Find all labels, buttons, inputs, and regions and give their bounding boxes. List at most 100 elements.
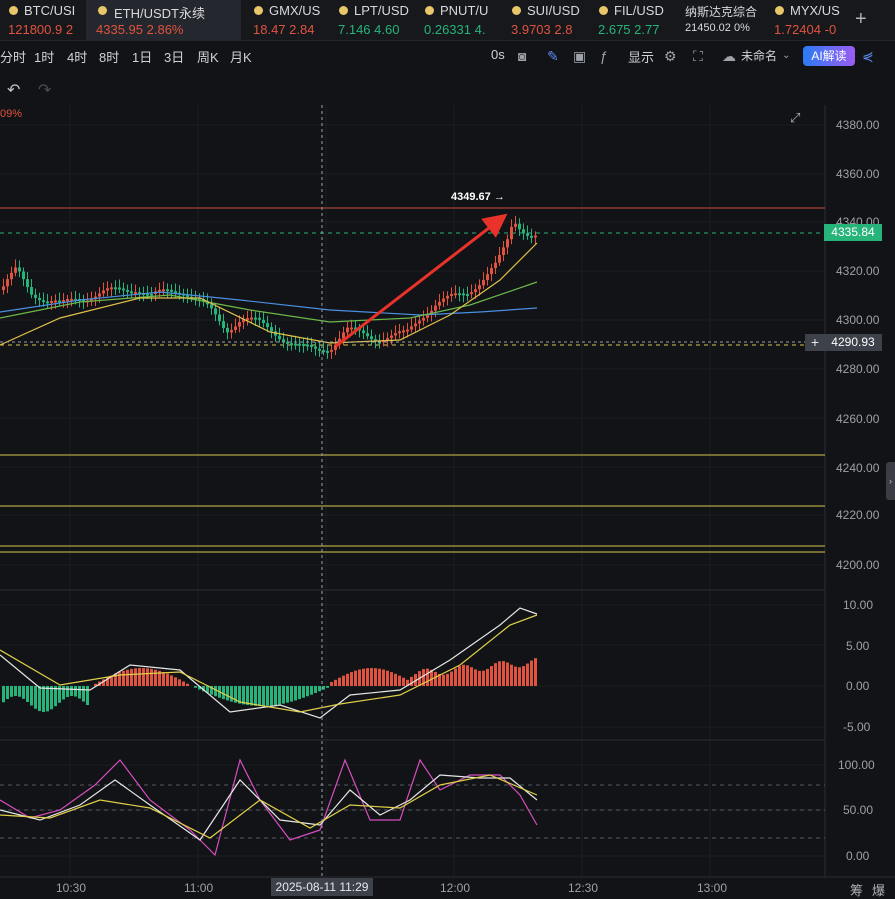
macd-bar [402,677,405,686]
candle-body [6,279,9,287]
ma-line-green [0,281,538,323]
macd-bar [310,686,313,695]
candle-body [98,293,101,297]
macd-bar [18,686,21,697]
macd-bar [82,686,85,702]
macd-bar [390,672,393,686]
macd-bar [186,683,189,686]
macd-bar [378,668,381,686]
price-chart[interactable]: + [0,0,895,897]
price-tick: 4220.00 [836,508,880,522]
macd-bar [6,686,9,700]
candle-body [534,235,537,238]
candle-body [402,330,405,333]
macd-bar [14,686,17,697]
macd-bar [294,686,297,701]
macd-bar [126,669,129,686]
trend-arrow[interactable] [335,213,508,348]
candle-body [18,267,21,272]
macd-bar [242,686,245,705]
candle-body [26,279,29,287]
candle-body [330,349,333,352]
macd-bar [350,672,353,686]
candle-body [150,293,153,296]
macd-bar [522,666,525,686]
macd-bar [170,675,173,686]
macd-bar [466,665,469,686]
candle-body [230,329,233,333]
price-tick: 4240.00 [836,461,880,475]
macd-bar [130,668,133,686]
macd-bar [382,669,385,686]
chips-toggle[interactable]: 筹 [850,880,863,899]
candle-body [506,239,509,248]
macd-tick: 0.00 [846,679,870,693]
candle-body [298,343,301,346]
candle-body [418,320,421,324]
candle-body [270,327,273,332]
price-tick: 4380.00 [836,118,880,132]
candle-body [494,262,497,269]
macd-bar [250,686,253,706]
macd-bar [394,673,397,686]
macd-bar [162,672,165,686]
side-panel-handle[interactable]: › [886,462,895,500]
macd-bar [194,686,197,688]
kdj-tick: 50.00 [843,803,874,817]
macd-bar [70,686,73,697]
macd-bar [534,658,537,686]
macd-bar [502,661,505,686]
macd-bar [226,686,229,701]
candle-body [326,350,329,353]
liquidation-toggle[interactable]: 爆 [872,880,885,899]
candle-body [238,322,241,327]
candle-body [218,314,221,322]
macd-bar [366,668,369,686]
candle-body [498,255,501,263]
macd-bar [354,670,357,686]
candle-body [314,346,317,349]
price-tick: 4360.00 [836,167,880,181]
macd-bar [458,665,461,686]
candle-body [526,233,529,236]
macd-bar [178,679,181,686]
candle-body [38,297,41,301]
macd-bar [138,668,141,686]
macd-bar [30,686,33,706]
macd-bar [118,672,121,686]
macd-bar [358,669,361,686]
macd-bar [174,677,177,686]
macd-bar [258,686,261,706]
candle-body [54,300,57,303]
candle-body [114,287,117,290]
candle-body [122,288,125,291]
candle-body [362,330,365,334]
macd-bar [66,686,69,698]
macd-bar [290,686,293,702]
candle-body [66,299,69,302]
candle-body [278,335,281,340]
candle-body [394,333,397,336]
price-tick: 4300.00 [836,313,880,327]
candle-body [118,287,121,290]
macd-bar [526,663,529,686]
macd-bar [498,661,501,686]
candle-body [478,285,481,290]
macd-bar [326,686,329,688]
candle-body [470,292,473,295]
macd-bar [62,686,65,700]
macd-bar [470,667,473,686]
last-price-badge: 4335.84 [824,224,882,241]
cursor-price-badge: 4290.93 [824,334,882,351]
macd-bar [50,686,53,710]
macd-bar [330,682,333,686]
price-tick: 4320.00 [836,264,880,278]
macd-bar [370,668,373,686]
candle-body [246,318,249,321]
macd-bar [410,676,413,686]
ma-line-blue [0,291,538,316]
macd-bar [78,686,81,699]
candle-body [162,289,165,292]
time-tick: 13:00 [697,881,728,895]
candle-body [458,293,461,296]
